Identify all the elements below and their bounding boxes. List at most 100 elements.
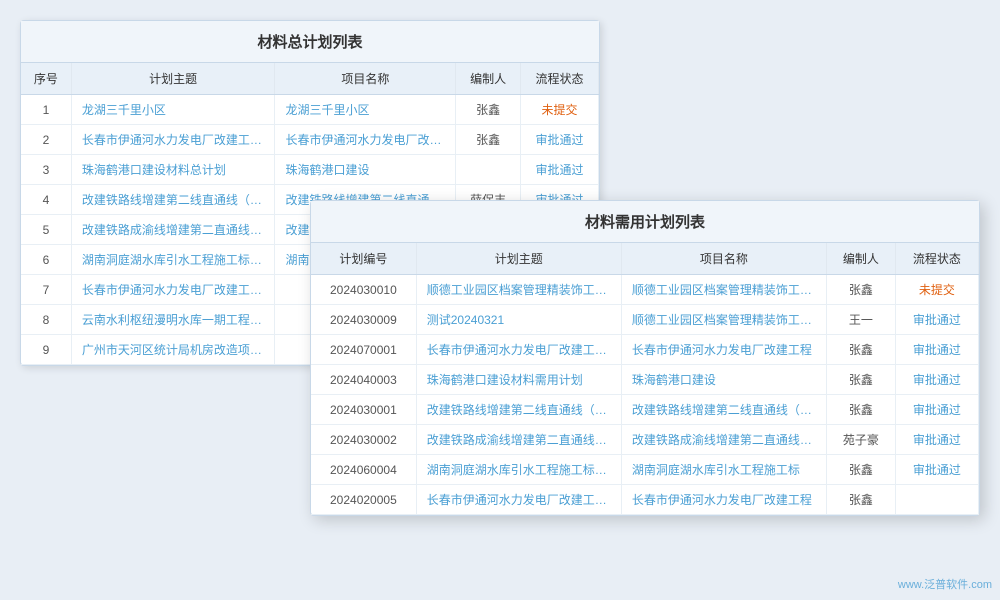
th-creator-1: 编制人 [456,63,520,95]
cell-creator: 张鑫 [456,95,520,125]
demand-plan-table: 材料需用计划列表 计划编号 计划主题 项目名称 编制人 流程状态 2024030… [310,200,980,516]
cell-plan-topic[interactable]: 顺德工业园区档案管理精装饰工程（... [416,275,621,305]
cell-plan-topic[interactable]: 长春市伊通河水力发电厂改建工程材料总计划 [71,275,275,305]
watermark-prefix: www. [898,579,924,591]
table-row[interactable]: 1龙湖三千里小区龙湖三千里小区张鑫未提交 [21,95,599,125]
cell-plan-topic[interactable]: 湖南洞庭湖水库引水工程施工标材料总计划 [71,245,275,275]
table-row[interactable]: 3珠海鹤港口建设材料总计划珠海鹤港口建设 审批通过 [21,155,599,185]
cell-status: 审批通过 [895,455,978,485]
cell-project-name[interactable]: 珠海鹤港口建设 [621,365,826,395]
cell-status: 审批通过 [895,425,978,455]
cell-creator: 张鑫 [826,275,895,305]
cell-status: 审批通过 [520,125,598,155]
cell-index: 2 [21,125,71,155]
cell-plan-no: 2024060004 [311,455,416,485]
cell-creator: 张鑫 [826,335,895,365]
cell-plan-topic[interactable]: 改建铁路线增建第二线直通线（成都-西安）... [71,185,275,215]
table-row[interactable]: 2024030010顺德工业园区档案管理精装饰工程（...顺德工业园区档案管理精… [311,275,979,305]
table-row[interactable]: 2024040003珠海鹤港口建设材料需用计划珠海鹤港口建设张鑫审批通过 [311,365,979,395]
total-plan-thead: 序号 计划主题 项目名称 编制人 流程状态 [21,63,599,95]
cell-project-name[interactable]: 长春市伊通河水力发电厂改建工程 [621,335,826,365]
cell-project-name[interactable]: 长春市伊通河水力发电厂改建工程 [621,485,826,515]
table-row[interactable]: 2长春市伊通河水力发电厂改建工程合同材料...长春市伊通河水力发电厂改建工程张鑫… [21,125,599,155]
cell-index: 1 [21,95,71,125]
cell-index: 5 [21,215,71,245]
cell-project-name[interactable]: 长春市伊通河水力发电厂改建工程 [275,125,456,155]
cell-creator [456,155,520,185]
table-row[interactable]: 2024030001改建铁路线增建第二线直通线（成都...改建铁路线增建第二线直… [311,395,979,425]
cell-plan-topic[interactable]: 云南水利枢纽漫明水库一期工程施工标材料... [71,305,275,335]
cell-creator: 张鑫 [826,395,895,425]
cell-status: 审批通过 [895,335,978,365]
cell-creator: 王一 [826,305,895,335]
cell-project-name[interactable]: 湖南洞庭湖水库引水工程施工标 [621,455,826,485]
cell-plan-topic[interactable]: 广州市天河区统计局机房改造项目材料总计划 [71,335,275,365]
total-plan-header-row: 序号 计划主题 项目名称 编制人 流程状态 [21,63,599,95]
total-plan-title: 材料总计划列表 [21,21,599,63]
th-plan-topic-1: 计划主题 [71,63,275,95]
th-plan-no-2: 计划编号 [311,243,416,275]
cell-project-name[interactable]: 珠海鹤港口建设 [275,155,456,185]
th-status-1: 流程状态 [520,63,598,95]
cell-project-name[interactable]: 改建铁路线增建第二线直通线（成都... [621,395,826,425]
cell-plan-topic[interactable]: 长春市伊通河水力发电厂改建工程合... [416,335,621,365]
cell-plan-topic[interactable]: 长春市伊通河水力发电厂改建工程材... [416,485,621,515]
table-row[interactable]: 2024060004湖南洞庭湖水库引水工程施工标材...湖南洞庭湖水库引水工程施… [311,455,979,485]
cell-plan-topic[interactable]: 珠海鹤港口建设材料总计划 [71,155,275,185]
cell-project-name[interactable]: 顺德工业园区档案管理精装饰工程（... [621,275,826,305]
table-row[interactable]: 2024030002改建铁路成渝线增建第二直通线（成...改建铁路成渝线增建第二… [311,425,979,455]
cell-index: 4 [21,185,71,215]
cell-status: 未提交 [520,95,598,125]
cell-creator: 苑子豪 [826,425,895,455]
demand-plan-thead: 计划编号 计划主题 项目名称 编制人 流程状态 [311,243,979,275]
cell-plan-topic[interactable]: 改建铁路成渝线增建第二直通线（成渝枢纽... [71,215,275,245]
cell-plan-no: 2024030009 [311,305,416,335]
cell-creator: 张鑫 [826,485,895,515]
cell-plan-no: 2024030001 [311,395,416,425]
cell-plan-no: 2024070001 [311,335,416,365]
cell-plan-topic[interactable]: 珠海鹤港口建设材料需用计划 [416,365,621,395]
cell-index: 3 [21,155,71,185]
cell-plan-topic[interactable]: 长春市伊通河水力发电厂改建工程合同材料... [71,125,275,155]
table-row[interactable]: 2024070001长春市伊通河水力发电厂改建工程合...长春市伊通河水力发电厂… [311,335,979,365]
cell-status: 未提交 [895,275,978,305]
watermark: www.泛普软件.com [898,576,992,592]
cell-plan-no: 2024030010 [311,275,416,305]
th-index-1: 序号 [21,63,71,95]
watermark-brand: 泛普软件 [924,579,968,591]
cell-plan-no: 2024020005 [311,485,416,515]
demand-plan-header-row: 计划编号 计划主题 项目名称 编制人 流程状态 [311,243,979,275]
cell-status: 审批通过 [895,305,978,335]
th-plan-topic-2: 计划主题 [416,243,621,275]
cell-plan-topic[interactable]: 龙湖三千里小区 [71,95,275,125]
cell-status: 审批通过 [520,155,598,185]
cell-project-name[interactable]: 顺德工业园区档案管理精装饰工程（... [621,305,826,335]
cell-plan-no: 2024040003 [311,365,416,395]
table-row[interactable]: 2024030009测试20240321顺德工业园区档案管理精装饰工程（...王… [311,305,979,335]
cell-creator: 张鑫 [826,365,895,395]
cell-plan-no: 2024030002 [311,425,416,455]
table-row[interactable]: 2024020005长春市伊通河水力发电厂改建工程材...长春市伊通河水力发电厂… [311,485,979,515]
cell-index: 6 [21,245,71,275]
cell-plan-topic[interactable]: 改建铁路成渝线增建第二直通线（成... [416,425,621,455]
th-project-name-1: 项目名称 [275,63,456,95]
demand-plan-title: 材料需用计划列表 [311,201,979,243]
demand-plan-tbody: 2024030010顺德工业园区档案管理精装饰工程（...顺德工业园区档案管理精… [311,275,979,515]
demand-plan-data-table: 计划编号 计划主题 项目名称 编制人 流程状态 2024030010顺德工业园区… [311,243,979,515]
cell-index: 8 [21,305,71,335]
cell-project-name[interactable]: 龙湖三千里小区 [275,95,456,125]
th-creator-2: 编制人 [826,243,895,275]
watermark-suffix: .com [968,579,992,591]
cell-plan-topic[interactable]: 测试20240321 [416,305,621,335]
cell-creator: 张鑫 [826,455,895,485]
th-status-2: 流程状态 [895,243,978,275]
cell-index: 9 [21,335,71,365]
cell-project-name[interactable]: 改建铁路成渝线增建第二直通线（成... [621,425,826,455]
cell-index: 7 [21,275,71,305]
cell-plan-topic[interactable]: 改建铁路线增建第二线直通线（成都... [416,395,621,425]
cell-plan-topic[interactable]: 湖南洞庭湖水库引水工程施工标材... [416,455,621,485]
cell-status: 审批通过 [895,395,978,425]
cell-status: 审批通过 [895,365,978,395]
cell-status [895,485,978,515]
cell-creator: 张鑫 [456,125,520,155]
